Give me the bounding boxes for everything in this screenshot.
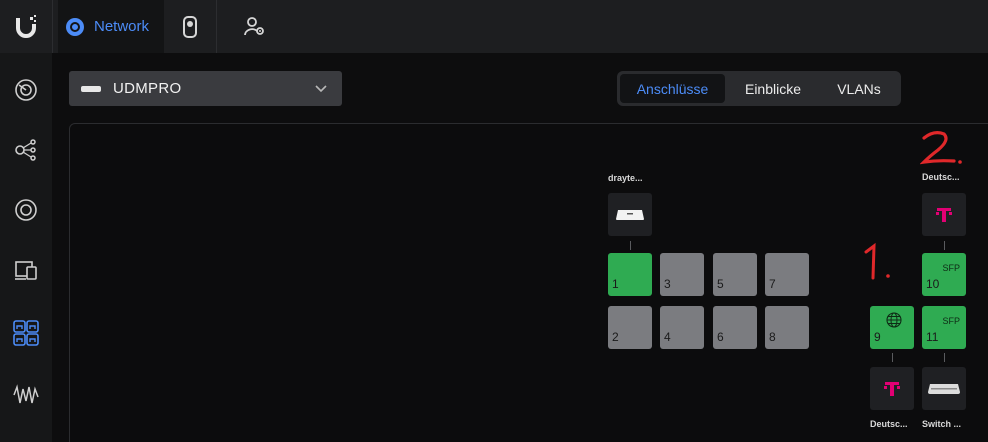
sidebar-item-traffic[interactable]: [0, 375, 52, 415]
modem-icon: [616, 209, 644, 220]
annotation-1: [862, 242, 896, 286]
device-telekom-bottom[interactable]: [870, 367, 914, 410]
sidebar-item-topology[interactable]: [0, 130, 52, 170]
port-number: 10: [926, 277, 940, 291]
topology-icon: [15, 139, 36, 161]
port-number: 11: [926, 330, 939, 344]
tab-anschluesse[interactable]: Anschlüsse: [620, 74, 725, 103]
device-draytek[interactable]: [608, 193, 652, 236]
device-name: UDMPRO: [113, 80, 182, 97]
port-9[interactable]: 9: [870, 306, 914, 349]
tab-network-label: Network: [94, 18, 150, 35]
ports-icon: [13, 320, 39, 346]
top-bar: Network: [0, 0, 988, 53]
telekom-logo-icon: [936, 207, 952, 222]
globe-icon: [886, 312, 902, 328]
port-4[interactable]: 4: [660, 306, 704, 349]
connection-line: [944, 353, 945, 362]
chevron-down-icon: [315, 85, 327, 93]
view-tabs: Anschlüsse Einblicke VLANs: [617, 71, 901, 106]
port-number: 8: [769, 330, 776, 344]
dashboard-icon: [15, 79, 37, 101]
port-number: 5: [717, 277, 724, 291]
divider: [52, 0, 53, 53]
sfp-label: SFP: [942, 263, 960, 273]
port-8[interactable]: 8: [765, 306, 809, 349]
port-6[interactable]: 6: [713, 306, 757, 349]
sfp-label: SFP: [942, 316, 960, 326]
port-number: 3: [664, 277, 671, 291]
port-number: 7: [769, 277, 776, 291]
connection-line: [630, 241, 631, 250]
port-2[interactable]: 2: [608, 306, 652, 349]
port-3[interactable]: 3: [660, 253, 704, 296]
client-devices-icon: [15, 199, 37, 221]
unifi-devices-icon: [15, 261, 37, 280]
port-10[interactable]: SFP 10: [922, 253, 966, 296]
sidebar-item-clients[interactable]: [0, 190, 52, 230]
port-number: 4: [664, 330, 671, 344]
sidebar-item-devices[interactable]: [0, 250, 52, 290]
device-label-draytek: drayte...: [608, 173, 643, 183]
sidebar: [0, 53, 52, 442]
port-number: 6: [717, 330, 724, 344]
annotation-2: [919, 128, 966, 172]
app-window: Network UDMPRO Anschlüsse Einblicke VLAN…: [0, 0, 988, 442]
tab-protect[interactable]: [164, 0, 216, 53]
ports-canvas: drayte... 1 2 3 4 5 6 7 8 Deutsc... SFP …: [69, 123, 988, 442]
ubiquiti-logo-icon[interactable]: [0, 0, 52, 53]
divider: [216, 0, 217, 53]
device-label-deutsche-bottom: Deutsc...: [870, 419, 908, 429]
switch-icon: [928, 383, 960, 394]
tab-network[interactable]: Network: [58, 0, 164, 53]
port-7[interactable]: 7: [765, 253, 809, 296]
device-label-deutsche-top: Deutsc...: [922, 172, 960, 182]
device-switch[interactable]: [922, 367, 966, 410]
port-number: 9: [874, 330, 881, 344]
tab-user-settings[interactable]: [229, 0, 281, 53]
network-icon: [66, 17, 84, 36]
sidebar-item-dashboard[interactable]: [0, 70, 52, 110]
tab-vlans[interactable]: VLANs: [821, 74, 897, 103]
sidebar-item-ports[interactable]: [0, 313, 52, 353]
connection-line: [892, 353, 893, 362]
udm-device-icon: [81, 85, 101, 92]
handwritten-1-icon: [864, 242, 890, 280]
device-label-switch: Switch ...: [922, 419, 962, 429]
device-telekom-top[interactable]: [922, 193, 966, 236]
port-1[interactable]: 1: [608, 253, 652, 296]
port-number: 2: [612, 330, 619, 344]
port-number: 1: [612, 277, 619, 291]
port-5[interactable]: 5: [713, 253, 757, 296]
protect-camera-icon: [183, 15, 197, 38]
handwritten-2-icon: [919, 131, 962, 165]
device-selector[interactable]: UDMPRO: [69, 71, 342, 106]
tab-einblicke[interactable]: Einblicke: [728, 74, 818, 103]
telekom-logo-icon: [884, 381, 900, 396]
traffic-icon: [13, 384, 39, 404]
user-settings-icon: [244, 16, 264, 35]
port-11[interactable]: SFP 11: [922, 306, 966, 349]
connection-line: [944, 241, 945, 250]
